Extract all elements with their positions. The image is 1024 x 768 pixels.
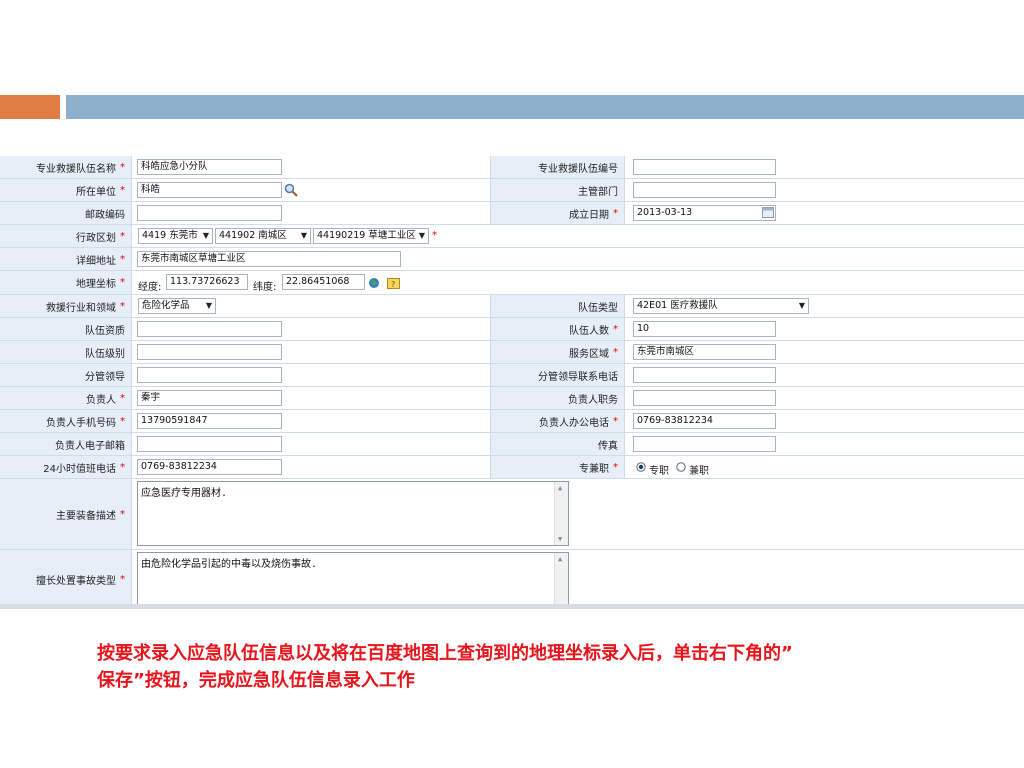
leader-label: 分管领导 — [0, 364, 132, 386]
form-row: 队伍级别 服务区域 * 东莞市南城区 — [0, 341, 1024, 364]
form-row: 分管领导 分管领导联系电话 — [0, 364, 1024, 387]
dept-label: 主管部门 — [490, 179, 625, 201]
fulltime-label: 专兼职 * — [490, 456, 625, 478]
latitude-label: 纬度: — [253, 282, 277, 293]
form-row: 24小时值班电话 * 0769-83812234 专兼职 * 专职 兼职 — [0, 456, 1024, 479]
scrollbar[interactable]: ▲ — [554, 553, 568, 608]
leader-phone-input[interactable] — [633, 367, 776, 383]
caption-line-2: 保存”按钮，完成应急队伍信息录入工作 — [97, 670, 415, 691]
geo-label: 地理坐标 * — [0, 271, 132, 294]
founded-label: 成立日期 * — [490, 202, 625, 224]
team-name-label: 专业救援队伍名称 * — [0, 156, 132, 178]
manager-input[interactable]: 秦宇 — [137, 390, 282, 406]
fax-input[interactable] — [633, 436, 776, 452]
parttime-radio[interactable] — [676, 462, 686, 472]
equipment-label: 主要装备描述 * — [0, 479, 132, 549]
leader-input[interactable] — [137, 367, 282, 383]
form-row: 详细地址 * 东莞市南城区草塘工业区 — [0, 248, 1024, 271]
svg-text:?: ? — [391, 280, 395, 289]
qualification-input[interactable] — [137, 321, 282, 337]
manager-office-label: 负责人办公电话 * — [490, 410, 625, 432]
instruction-caption: 按要求录入应急队伍信息以及将在百度地图上查询到的地理坐标录入后，单击右下角的” … — [97, 640, 997, 694]
search-icon[interactable] — [284, 183, 298, 197]
manager-office-input[interactable]: 0769-83812234 — [633, 413, 776, 429]
region-label: 行政区划 * — [0, 225, 132, 247]
team-code-input[interactable] — [633, 159, 776, 175]
level-input[interactable] — [137, 344, 282, 360]
longitude-label: 经度: — [138, 282, 162, 293]
postcode-input[interactable] — [137, 205, 282, 221]
headcount-input[interactable]: 10 — [633, 321, 776, 337]
unit-label: 所在单位 * — [0, 179, 132, 201]
form-row: 救援行业和领域 * 危险化学品 ▼ 队伍类型 42E01 医疗救援队 ▼ — [0, 295, 1024, 318]
latitude-input[interactable]: 22.86451068 — [282, 274, 365, 290]
manager-email-input[interactable] — [137, 436, 282, 452]
team-info-form: 专业救援队伍名称 * 科皓应急小分队 专业救援队伍编号 所在单位 * 科皓 主管部门… — [0, 156, 1024, 608]
unit-input[interactable]: 科皓 — [137, 182, 282, 198]
team-type-label: 队伍类型 — [490, 295, 625, 317]
team-type-select[interactable]: 42E01 医疗救援队 ▼ — [633, 298, 809, 314]
region-city-select[interactable]: 4419 东莞市 ▼ — [138, 228, 213, 244]
required-mark: * — [432, 230, 437, 241]
leader-phone-label: 分管领导联系电话 — [490, 364, 625, 386]
accent-bar-blue — [66, 95, 1024, 119]
form-row: 负责人电子邮箱 传真 — [0, 433, 1024, 456]
service-area-input[interactable]: 东莞市南城区 — [633, 344, 776, 360]
region-district-select[interactable]: 441902 南城区 ▼ — [215, 228, 311, 244]
address-label: 详细地址 * — [0, 248, 132, 270]
form-row: 行政区划 * 4419 东莞市 ▼ 441902 南城区 ▼ 44190219 草塘工… — [0, 225, 1024, 248]
manager-title-label: 负责人职务 — [490, 387, 625, 409]
duty-phone-input[interactable]: 0769-83812234 — [137, 459, 282, 475]
dept-input[interactable] — [633, 182, 776, 198]
duty-phone-label: 24小时值班电话 * — [0, 456, 132, 478]
globe-icon[interactable] — [368, 277, 380, 289]
specialty-textarea[interactable]: 由危险化学品引起的中毒以及烧伤事故. ▲ — [137, 552, 569, 608]
longitude-input[interactable]: 113.73726623 — [166, 274, 248, 290]
equipment-text: 应急医疗专用器材. — [141, 488, 228, 499]
region-area-select[interactable]: 44190219 草塘工业区 ▼ — [313, 228, 429, 244]
level-label: 队伍级别 — [0, 341, 132, 363]
postcode-label: 邮政编码 — [0, 202, 132, 224]
fulltime-option-label: 专职 — [649, 466, 669, 477]
form-row: 负责人 * 秦宇 负责人职务 — [0, 387, 1024, 410]
browser-status-bar — [0, 604, 1024, 609]
specialty-label: 擅长处置事故类型 * — [0, 550, 132, 608]
scrollbar[interactable]: ▲ ▼ — [554, 482, 568, 545]
form-row: 队伍资质 队伍人数 * 10 — [0, 318, 1024, 341]
calendar-icon[interactable] — [762, 207, 774, 218]
form-row: 专业救援队伍名称 * 科皓应急小分队 专业救援队伍编号 — [0, 156, 1024, 179]
caption-line-1: 按要求录入应急队伍信息以及将在百度地图上查询到的地理坐标录入后，单击右下角的” — [97, 643, 793, 664]
manager-mobile-input[interactable]: 13790591847 — [137, 413, 282, 429]
form-row: 邮政编码 成立日期 * 2013-03-13 — [0, 202, 1024, 225]
industry-select[interactable]: 危险化学品 ▼ — [138, 298, 216, 314]
industry-label: 救援行业和领域 * — [0, 295, 132, 317]
help-icon[interactable]: ? — [387, 278, 400, 289]
form-row: 擅长处置事故类型 * 由危险化学品引起的中毒以及烧伤事故. ▲ — [0, 550, 1024, 608]
manager-email-label: 负责人电子邮箱 — [0, 433, 132, 455]
headcount-label: 队伍人数 * — [490, 318, 625, 340]
address-input[interactable]: 东莞市南城区草塘工业区 — [137, 251, 401, 267]
fulltime-radio[interactable] — [636, 462, 646, 472]
manager-mobile-label: 负责人手机号码 * — [0, 410, 132, 432]
form-row: 地理坐标 * 经度: 113.73726623 纬度: 22.86451068 ? — [0, 271, 1024, 295]
qualification-label: 队伍资质 — [0, 318, 132, 340]
fax-label: 传真 — [490, 433, 625, 455]
form-row: 主要装备描述 * 应急医疗专用器材. ▲ ▼ — [0, 479, 1024, 550]
accent-bar-orange — [0, 95, 60, 119]
manager-label: 负责人 * — [0, 387, 132, 409]
manager-title-input[interactable] — [633, 390, 776, 406]
service-area-label: 服务区域 * — [490, 341, 625, 363]
form-row: 所在单位 * 科皓 主管部门 — [0, 179, 1024, 202]
team-code-label: 专业救援队伍编号 — [490, 156, 625, 178]
team-name-input[interactable]: 科皓应急小分队 — [137, 159, 282, 175]
specialty-text: 由危险化学品引起的中毒以及烧伤事故. — [141, 559, 318, 570]
parttime-option-label: 兼职 — [689, 466, 709, 477]
equipment-textarea[interactable]: 应急医疗专用器材. ▲ ▼ — [137, 481, 569, 546]
form-row: 负责人手机号码 * 13790591847 负责人办公电话 * 0769-83812… — [0, 410, 1024, 433]
founded-date-input[interactable]: 2013-03-13 — [633, 205, 776, 221]
